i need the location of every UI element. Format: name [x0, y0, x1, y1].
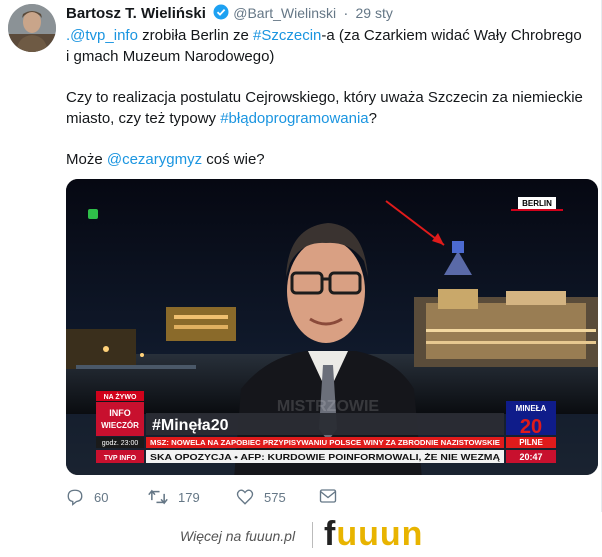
site-logo[interactable]: fuuun — [324, 515, 423, 554]
channel-bug-icon — [88, 209, 98, 219]
svg-text:#Minęła20: #Minęła20 — [152, 417, 229, 434]
tweet-media-image[interactable]: BERLIN MISTRZOWIE NA ŻYWO INFO WIECZÓR #… — [66, 179, 598, 475]
mention-link[interactable]: .@tvp_info — [66, 27, 138, 44]
live-badge: NA ŻYWO — [96, 391, 144, 401]
logo-part-1: f — [324, 515, 337, 553]
svg-text:NA ŻYWO: NA ŻYWO — [104, 393, 137, 401]
location-label: BERLIN — [511, 197, 563, 211]
tweet-actions: 60 179 575 — [66, 488, 426, 510]
author-handle[interactable]: @Bart_Wielinski — [233, 5, 336, 21]
verified-badge-icon — [213, 4, 229, 25]
text-span: zrobiła Berlin ze — [137, 27, 253, 44]
heart-icon — [236, 489, 254, 505]
like-button[interactable]: 575 — [236, 488, 286, 506]
svg-text:WIECZÓR: WIECZÓR — [101, 421, 139, 430]
direct-message-button[interactable] — [319, 488, 347, 504]
text-span: coś wie? — [202, 151, 265, 168]
tweet-header: Bartosz T. Wieliński @Bart_Wielinski · 2… — [66, 4, 393, 25]
avatar[interactable] — [8, 4, 56, 52]
text-span: Może — [66, 151, 107, 168]
svg-text:godz. 23:00: godz. 23:00 — [102, 440, 139, 447]
svg-text:20:47: 20:47 — [519, 452, 542, 462]
program-hashtag: #Minęła20 — [146, 413, 504, 435]
hashtag-link[interactable]: #Szczecin — [253, 27, 321, 44]
svg-text:SKA OPOZYCJA • AFP: KURDOWIE P: SKA OPOZYCJA • AFP: KURDOWIE POINFORMOWA… — [150, 452, 500, 462]
svg-text:INFO: INFO — [109, 408, 131, 418]
ticker-breaking: godz. 23:00 MSZ: NOWELA NA ZAPOBIEC PRZY… — [96, 437, 556, 448]
reply-count: 60 — [94, 489, 109, 505]
brand-badge: MINEŁA 20 — [506, 401, 556, 438]
reply-button[interactable]: 60 — [66, 488, 108, 506]
author-name[interactable]: Bartosz T. Wieliński — [66, 5, 206, 22]
text-span: ? — [368, 110, 377, 127]
hashtag-link[interactable]: #błądoprogramowania — [220, 110, 368, 127]
tweet-paragraph-1: .@tvp_info zrobiła Berlin ze #Szczecin-a… — [66, 25, 586, 67]
retweet-icon — [148, 489, 168, 505]
svg-text:TVP INFO: TVP INFO — [104, 455, 137, 462]
mention-link[interactable]: @cezarygmyz — [107, 151, 202, 168]
tweet-timestamp[interactable]: 29 sty — [356, 5, 393, 21]
reply-icon — [67, 489, 83, 506]
separator-dot: · — [343, 5, 349, 22]
svg-text:MSZ: NOWELA NA ZAPOBIEC PRZYPI: MSZ: NOWELA NA ZAPOBIEC PRZYPISYWANIU PO… — [150, 438, 500, 447]
like-count: 575 — [264, 489, 286, 505]
tweet-paragraph-3: Może @cezarygmyz coś wie? — [66, 149, 586, 170]
tweet-paragraph-2: Czy to realizacja postulatu Cejrowskiego… — [66, 87, 586, 129]
logo-part-2: uuun — [336, 515, 424, 553]
footer-divider — [312, 522, 313, 548]
site-footer: Więcej na fuuun.pl fuuun — [0, 512, 602, 557]
svg-text:20: 20 — [520, 416, 542, 438]
program-logo: INFO WIECZÓR — [96, 402, 144, 436]
location-text: BERLIN — [522, 199, 552, 208]
tweet-text: .@tvp_info zrobiła Berlin ze #Szczecin-a… — [66, 25, 586, 170]
ticker-news: TVP INFO SKA OPOZYCJA • AFP: KURDOWIE PO… — [96, 450, 556, 463]
tweet-card[interactable]: Bartosz T. Wieliński @Bart_Wielinski · 2… — [0, 0, 602, 512]
envelope-icon — [319, 489, 337, 503]
svg-text:MINEŁA: MINEŁA — [516, 404, 547, 413]
retweet-count: 179 — [178, 489, 200, 505]
studio-watermark: MISTRZOWIE — [277, 398, 380, 415]
footer-text[interactable]: Więcej na fuuun.pl — [180, 528, 295, 544]
svg-text:PILNE: PILNE — [519, 438, 543, 447]
retweet-button[interactable]: 179 — [148, 488, 200, 506]
